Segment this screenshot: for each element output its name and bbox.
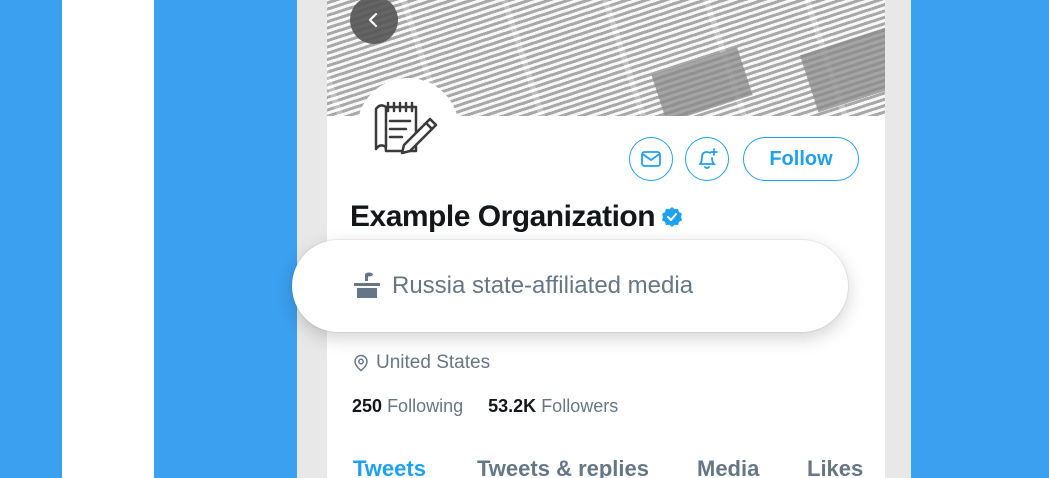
notepad-pen-icon xyxy=(374,101,438,155)
state-media-label-text: Russia state-affiliated media xyxy=(392,272,694,299)
follow-button[interactable]: Follow xyxy=(743,137,859,181)
tab-likes[interactable]: Likes xyxy=(807,456,863,478)
followers-label: Followers xyxy=(541,396,619,416)
tab-tweets[interactable]: Tweets xyxy=(353,456,426,478)
envelope-icon xyxy=(641,151,661,167)
tab-media[interactable]: Media xyxy=(697,456,759,478)
message-button[interactable] xyxy=(629,137,673,181)
followers-count: 53.2K xyxy=(488,396,537,416)
bell-plus-icon xyxy=(699,148,718,169)
following-label: Following xyxy=(387,396,464,416)
notifications-button[interactable] xyxy=(685,137,729,181)
followers-stat[interactable]: 53.2K Followers xyxy=(488,396,618,416)
chevron-left-icon xyxy=(368,12,378,28)
profile-name-row: Example Organization xyxy=(350,200,683,234)
state-media-label[interactable]: Russia state-affiliated media xyxy=(292,240,848,332)
location-text: United States xyxy=(376,352,491,373)
tab-tweets-and-replies[interactable]: Tweets & replies xyxy=(477,456,649,478)
podium-icon xyxy=(350,269,384,303)
map-pin-icon xyxy=(354,354,368,372)
profile-name: Example Organization xyxy=(350,200,656,233)
left-white-strip xyxy=(62,0,154,478)
profile-screen: Follow Example Organization United State… xyxy=(327,0,885,478)
profile-location: United States xyxy=(352,352,490,374)
phone-frame: Follow Example Organization United State… xyxy=(297,0,911,478)
following-stat[interactable]: 250 Following xyxy=(352,396,463,416)
verified-badge-icon xyxy=(661,206,683,228)
profile-stats: 250 Following 53.2K Followers xyxy=(352,396,618,417)
avatar[interactable] xyxy=(357,78,459,180)
following-count: 250 xyxy=(352,396,383,416)
